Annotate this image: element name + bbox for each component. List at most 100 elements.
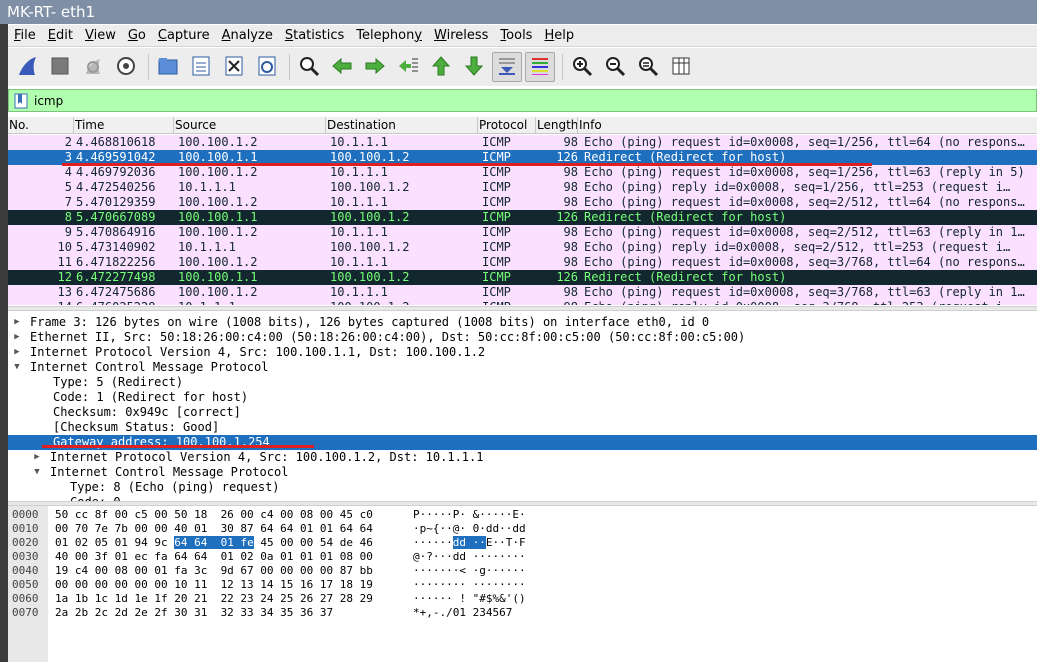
packet-row[interactable]: 12 6.472277498 100.100.1.1 100.100.1.2 ICMP 1…	[8, 270, 1037, 285]
packet-time: 5.470129359	[76, 195, 156, 209]
packet-row[interactable]: 8 5.470667089 100.100.1.1 100.100.1.2 ICMP 12…	[8, 210, 1037, 225]
detail-tree-label: Ethernet II, Src: 50:18:26:00:c4:00 (50:…	[30, 330, 746, 344]
menu-file[interactable]: File	[8, 25, 42, 47]
menu-wireless[interactable]: Wireless	[428, 25, 494, 47]
hex-bytes[interactable]: 1a 1b 1c 1d 1e 1f 20 21 22 23 24 25 26 2…	[55, 592, 373, 606]
go-last-button[interactable]	[459, 52, 489, 82]
hex-bytes[interactable]: 01 02 05 01 94 9c 64 64 01 fe 45 00 00 5…	[55, 536, 373, 550]
packet-no: 10	[57, 240, 72, 254]
zoom-normal-button[interactable]	[633, 52, 663, 82]
packet-details-tree[interactable]: ▶ Frame 3: 126 bytes on wire (1008 bits),…	[8, 311, 1037, 501]
column-header-info[interactable]: Info	[578, 117, 1037, 134]
find-packet-button[interactable]	[294, 52, 324, 82]
hex-bytes[interactable]: 19 c4 00 08 00 01 fa 3c 9d 67 00 00 00 0…	[55, 564, 373, 578]
hex-bytes[interactable]: 40 00 3f 01 ec fa 64 64 01 02 0a 01 01 0…	[55, 550, 373, 564]
ascii-bytes[interactable]: *+,-./01 234567	[413, 606, 512, 620]
capture-options-gear-button[interactable]	[111, 52, 141, 82]
column-header-time[interactable]: Time	[74, 117, 174, 134]
detail-tree-item[interactable]: ▶ Internet Protocol Version 4, Src: 100.1…	[8, 345, 1037, 360]
expand-arrow-down-icon[interactable]: ▼	[32, 465, 42, 480]
menu-go[interactable]: Go	[122, 25, 152, 47]
shark-fin-start-button[interactable]	[12, 52, 42, 82]
ascii-bytes[interactable]: ······ ! "#$%&'()	[413, 592, 526, 606]
reload-file-button[interactable]	[252, 52, 282, 82]
packet-row[interactable]: 13 6.472475686 100.100.1.2 10.1.1.1 ICMP 98 Ec…	[8, 285, 1037, 300]
shark-fin-start-icon	[16, 55, 38, 80]
hex-bytes[interactable]: 50 cc 8f 00 c5 00 50 18 26 00 c4 00 08 0…	[55, 508, 373, 522]
ascii-text: ·p~{··@· 0·dd··dd	[413, 522, 526, 535]
packet-row[interactable]: 14 6.476025228 10.1.1.1 100.100.1.2 ICMP98 Ec…	[8, 300, 1037, 305]
menu-telephony[interactable]: Telephony	[350, 25, 428, 47]
restart-capture-button[interactable]	[78, 52, 108, 82]
hex-bytes[interactable]: 2a 2b 2c 2d 2e 2f 30 31 32 33 34 35 36 3…	[55, 606, 333, 620]
stop-capture-icon	[49, 55, 71, 80]
close-file-button[interactable]	[219, 52, 249, 82]
ascii-bytes[interactable]: @·?···dd ········	[413, 550, 526, 564]
expand-arrow-right-icon[interactable]: ▶	[12, 330, 22, 345]
zoom-in-button[interactable]	[567, 52, 597, 82]
go-forward-button[interactable]	[360, 52, 390, 82]
expand-arrow-right-icon[interactable]: ▶	[12, 345, 22, 360]
packet-row[interactable]: 7 5.470129359 100.100.1.2 10.1.1.1 ICMP 98 Ech…	[8, 195, 1037, 210]
column-header-destination[interactable]: Destination	[326, 117, 478, 134]
packet-info: Echo (ping) request id=0x0008, seq=3/768…	[584, 285, 1025, 299]
reload-file-icon	[256, 55, 278, 80]
packet-row[interactable]: 2 4.468810618 100.100.1.2 10.1.1.1 ICMP 98 Ech…	[8, 135, 1037, 150]
column-header-no[interactable]: No.	[8, 117, 74, 134]
detail-tree-item[interactable]: ▼ Internet Control Message Protocol	[8, 465, 1037, 480]
zoom-out-button[interactable]	[600, 52, 630, 82]
packet-row[interactable]: 10 5.473140902 10.1.1.1 100.100.1.2 ICMP 98 Ec…	[8, 240, 1037, 255]
detail-tree-item[interactable]: ▶ Frame 3: 126 bytes on wire (1008 bits),…	[8, 315, 1037, 330]
menu-tools[interactable]: Tools	[494, 25, 538, 47]
column-header-source[interactable]: Source	[174, 117, 326, 134]
detail-tree-item[interactable]: [Checksum Status: Good]	[8, 420, 1037, 435]
detail-tree-item[interactable]: ▶ Ethernet II, Src: 50:18:26:00:c4:00 (50…	[8, 330, 1037, 345]
detail-tree-item[interactable]: ▶ Internet Protocol Version 4, Src: 100.1…	[8, 450, 1037, 465]
ascii-bytes[interactable]: ········ ········	[413, 578, 526, 592]
go-to-packet-button[interactable]	[393, 52, 423, 82]
go-first-button[interactable]	[426, 52, 456, 82]
hex-bytes[interactable]: 00 70 7e 7b 00 00 40 01 30 87 64 64 01 0…	[55, 522, 373, 536]
menu-statistics[interactable]: Statistics	[279, 25, 350, 47]
packet-bytes-pane[interactable]: 0000 50 cc 8f 00 c5 00 50 18 26 00 c4 00 …	[8, 506, 1037, 662]
packet-row[interactable]: 11 6.471822256 100.100.1.2 10.1.1.1 ICMP 98 Ec…	[8, 255, 1037, 270]
packet-row[interactable]: 4 4.469792036 100.100.1.2 10.1.1.1 ICMP 98 Ech…	[8, 165, 1037, 180]
expand-arrow-right-icon[interactable]: ▶	[12, 315, 22, 330]
detail-tree-item[interactable]: Code: 1 (Redirect for host)	[8, 390, 1037, 405]
column-header-length[interactable]: Length	[536, 117, 578, 134]
ascii-bytes[interactable]: ·······< ·g······	[413, 564, 526, 578]
hex-bytes[interactable]: 00 00 00 00 00 00 10 11 12 13 14 15 16 1…	[55, 578, 373, 592]
expand-arrow-down-icon[interactable]: ▼	[12, 360, 22, 375]
menu-help[interactable]: Help	[538, 25, 580, 47]
detail-tree-item[interactable]: Checksum: 0x949c [correct]	[8, 405, 1037, 420]
detail-tree-label: Type: 8 (Echo (ping) request)	[70, 480, 280, 494]
filter-bookmark-icon[interactable]	[12, 91, 30, 110]
go-back-button[interactable]	[327, 52, 357, 82]
packet-row[interactable]: 9 5.470864916 100.100.1.2 10.1.1.1 ICMP 98 Ech…	[8, 225, 1037, 240]
resize-columns-button[interactable]	[666, 52, 696, 82]
colorize-button[interactable]	[525, 52, 555, 82]
autoscroll-button[interactable]	[492, 52, 522, 82]
packet-list[interactable]: 2 4.468810618 100.100.1.2 10.1.1.1 ICMP 98 Ech…	[8, 135, 1037, 305]
stop-capture-button[interactable]	[45, 52, 75, 82]
packet-row[interactable]: 5 4.472540256 10.1.1.1 100.100.1.2 ICMP 98 Ech…	[8, 180, 1037, 195]
menu-capture[interactable]: Capture	[152, 25, 216, 47]
detail-tree-item[interactable]: Type: 8 (Echo (ping) request)	[8, 480, 1037, 495]
open-file-button[interactable]	[153, 52, 183, 82]
ascii-bytes[interactable]: P·····P· &·····E·	[413, 508, 526, 522]
hex-row: 0050 00 00 00 00 00 00 10 11 12 13 14 15 …	[8, 578, 1037, 592]
column-header-protocol[interactable]: Protocol	[478, 117, 536, 134]
menu-view[interactable]: View	[79, 25, 122, 47]
display-filter-input[interactable]	[34, 90, 1024, 111]
detail-tree-item[interactable]: ▼ Internet Control Message Protocol	[8, 360, 1037, 375]
detail-tree-item[interactable]: Type: 5 (Redirect)	[8, 375, 1037, 390]
expand-arrow-right-icon[interactable]: ▶	[32, 450, 42, 465]
ascii-bytes[interactable]: ······dd ··E··T·F	[413, 536, 526, 550]
menu-label: ile	[20, 27, 36, 43]
menu-analyze[interactable]: Analyze	[216, 25, 279, 47]
packet-source: 100.100.1.2	[178, 225, 258, 239]
save-file-button[interactable]	[186, 52, 216, 82]
menu-edit[interactable]: Edit	[42, 25, 79, 47]
zoom-normal-icon	[637, 55, 659, 80]
ascii-bytes[interactable]: ·p~{··@· 0·dd··dd	[413, 522, 526, 536]
